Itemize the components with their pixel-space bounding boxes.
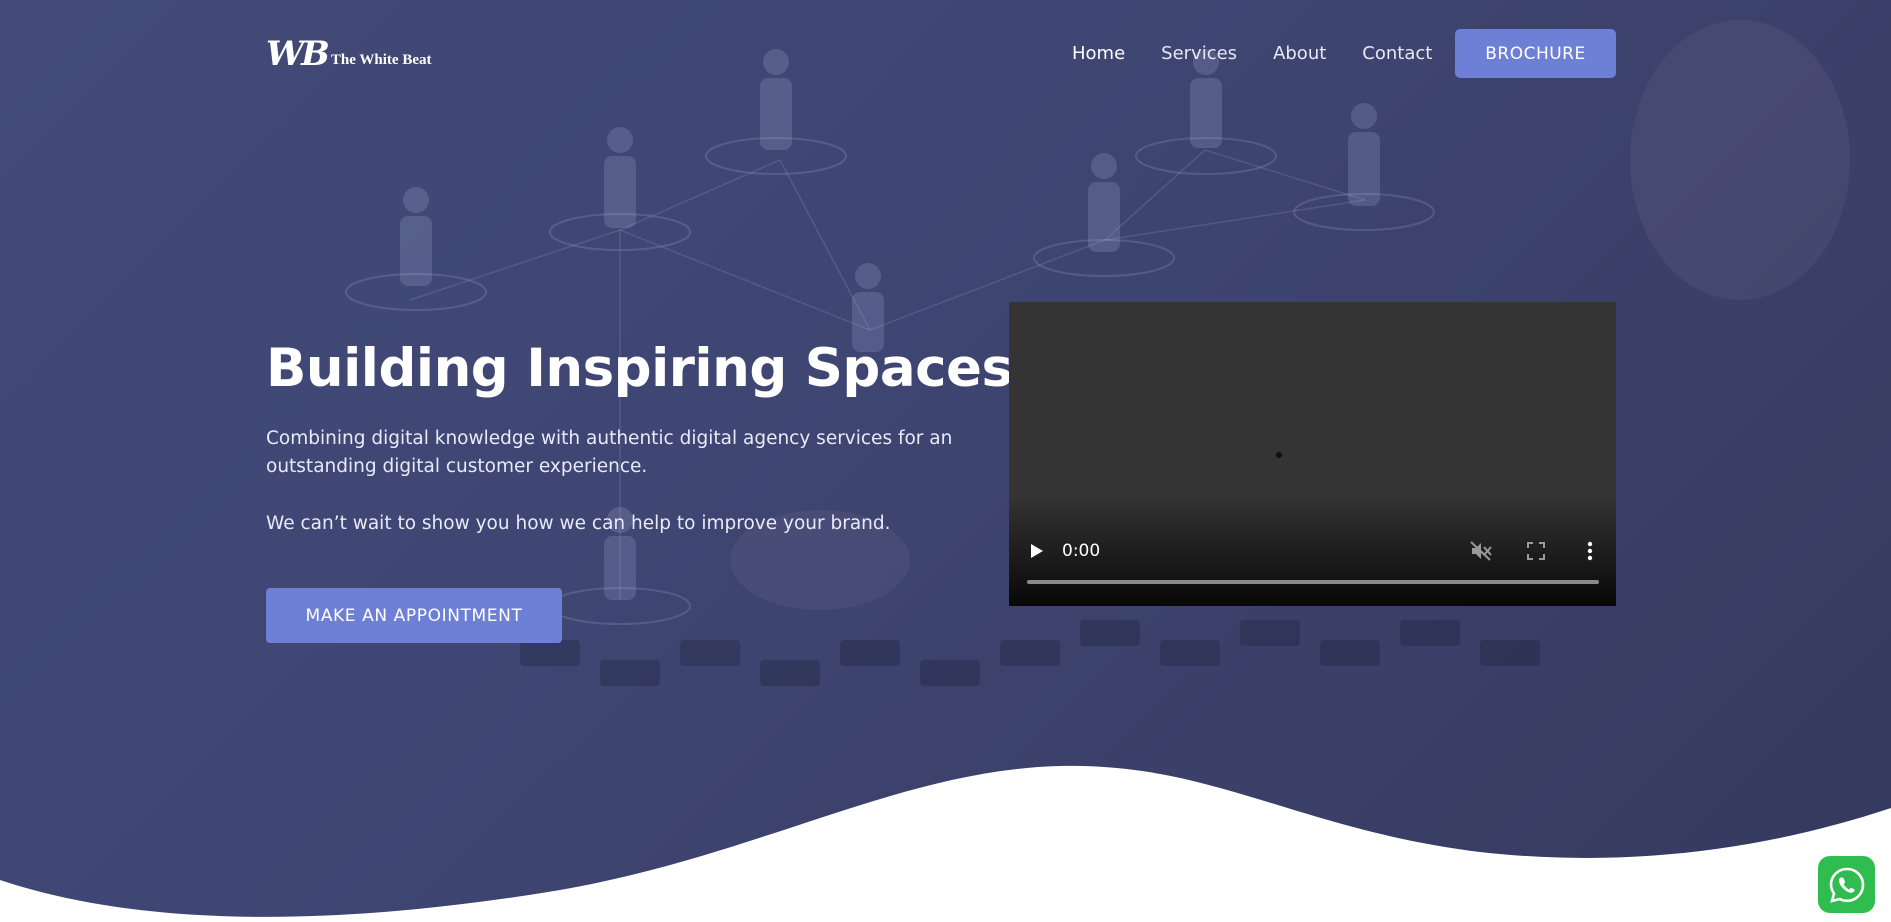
nav-link-contact[interactable]: Contact <box>1362 42 1432 66</box>
make-appointment-button[interactable]: MAKE AN APPOINTMENT <box>266 588 562 643</box>
logo-text: The White Beat <box>330 51 432 68</box>
mute-icon[interactable] <box>1470 541 1492 561</box>
hero-section: WB The White Beat Home Services About Co… <box>0 0 1891 922</box>
hero-paragraph-1: Combining digital knowledge with authent… <box>266 428 953 477</box>
video-progress-bar[interactable] <box>1027 580 1599 584</box>
whatsapp-glyph <box>1829 867 1864 903</box>
nav-link-home[interactable]: Home <box>1072 42 1125 66</box>
video-time: 0:00 <box>1062 541 1101 561</box>
hero-headline: Building Inspiring Spaces <box>266 338 1013 399</box>
main-nav: Home Services About Contact <box>1072 42 1468 66</box>
brochure-button[interactable]: BROCHURE <box>1455 29 1616 78</box>
whatsapp-icon[interactable] <box>1818 856 1875 913</box>
logo-mark: WB <box>266 34 330 74</box>
brand-logo[interactable]: WB The White Beat <box>266 36 436 72</box>
hero-paragraph-2: We can’t wait to show you how we can hel… <box>266 513 891 534</box>
play-icon[interactable] <box>1027 542 1045 560</box>
nav-link-services[interactable]: Services <box>1161 42 1237 66</box>
fullscreen-icon[interactable] <box>1527 542 1545 560</box>
site-header: WB The White Beat Home Services About Co… <box>0 0 1891 108</box>
video-player[interactable]: 0:00 <box>1009 302 1616 606</box>
nav-link-about[interactable]: About <box>1273 42 1326 66</box>
mouse-cursor <box>1276 452 1282 458</box>
more-vertical-icon[interactable] <box>1587 541 1593 561</box>
